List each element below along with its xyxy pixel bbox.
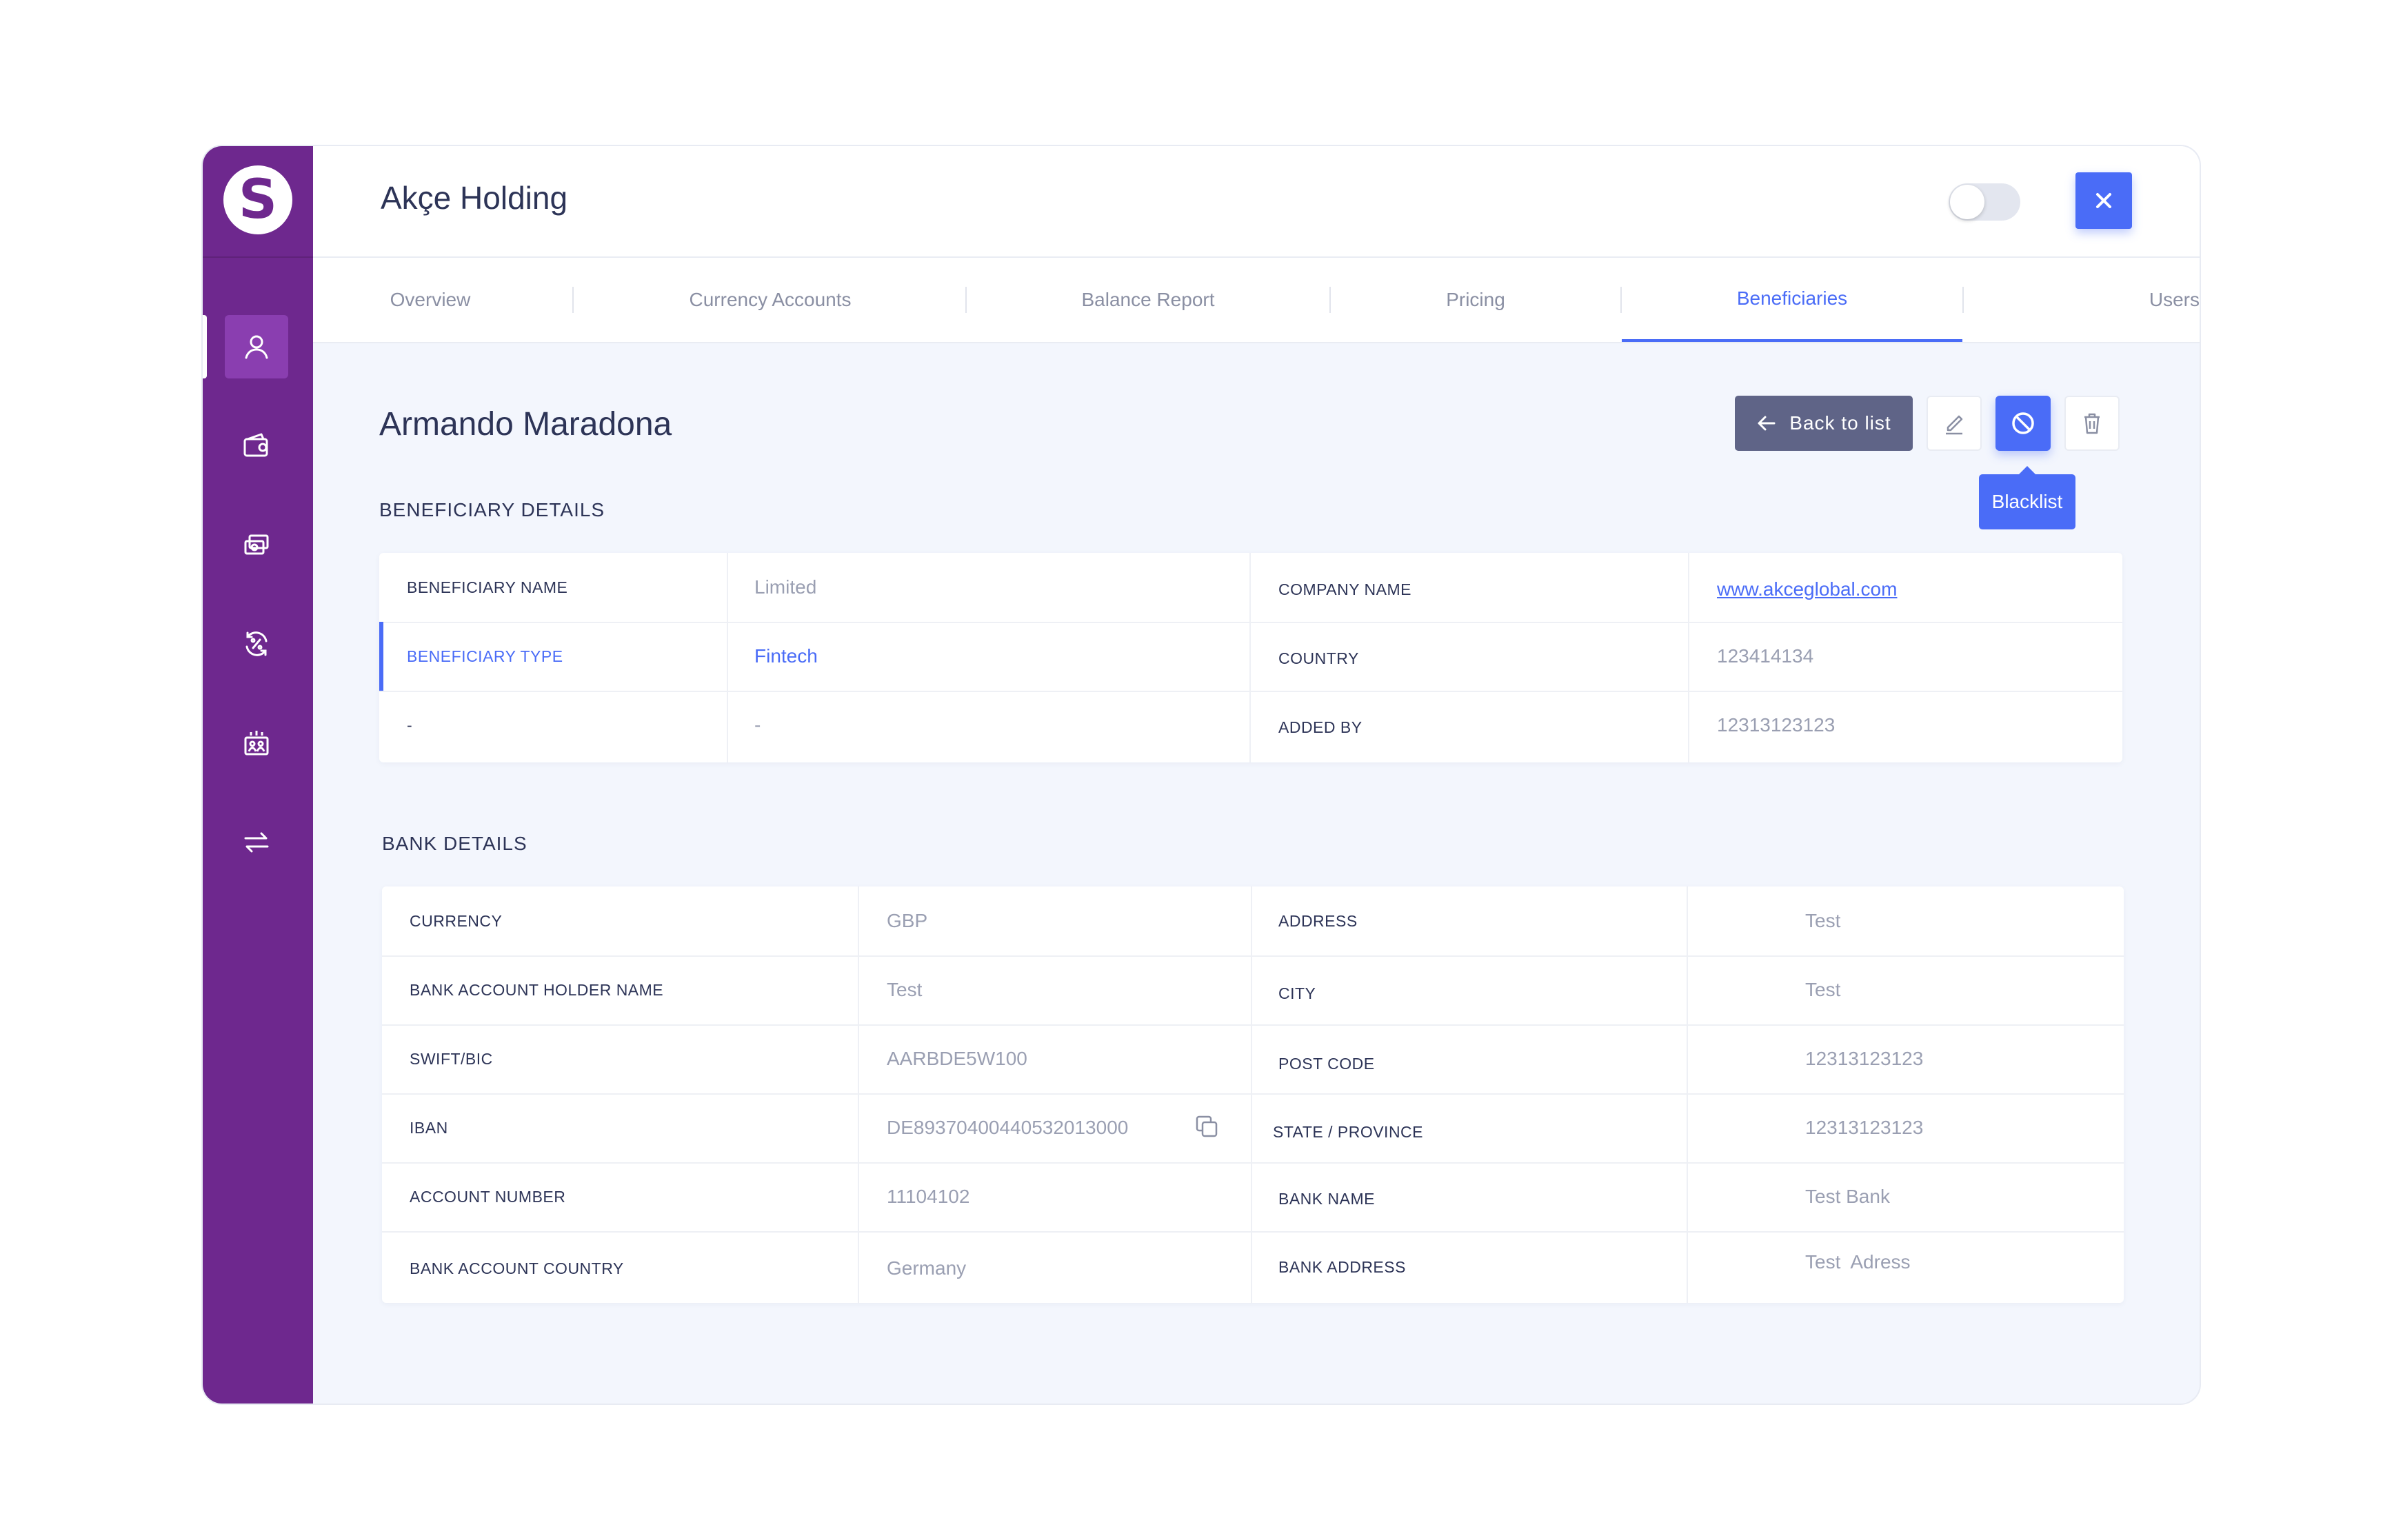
field-value: 123414134 [1717, 645, 1814, 667]
field-label: SWIFT/BIC [410, 1049, 493, 1068]
field-value: 12313123123 [1805, 1048, 1924, 1069]
field-label: IBAN [410, 1118, 448, 1137]
active-nav-indicator [203, 315, 207, 378]
field-label: ADDRESS [1278, 911, 1358, 930]
field-label: BANK NAME [1278, 1189, 1375, 1208]
field-value: Test Adress [1805, 1251, 1911, 1273]
company-website-link[interactable]: www.akceglobal.com [1717, 553, 1897, 622]
ban-icon [2012, 412, 2034, 434]
field-label: BANK ADDRESS [1278, 1257, 1406, 1276]
field-label: BANK ACCOUNT COUNTRY [410, 1259, 624, 1277]
sidebar-item-team[interactable] [225, 711, 288, 775]
field-label: POST CODE [1278, 1054, 1375, 1073]
tab-beneficiaries[interactable]: Beneficiaries [1622, 258, 1962, 342]
table-row: CURRENCY GBP ADDRESS Test [382, 886, 2124, 957]
field-value: Test [1805, 910, 1841, 931]
close-icon [2096, 193, 2111, 208]
field-value: GBP [887, 910, 928, 931]
back-to-list-label: Back to list [1789, 412, 1891, 434]
table-row: BENEFICIARY NAME Limited COMPANY NAME ww… [379, 553, 2122, 623]
pencil-icon [1946, 415, 1963, 435]
sidebar-divider [203, 256, 313, 258]
tab-bar: Overview Currency Accounts Balance Repor… [313, 258, 2200, 343]
bank-details-card: CURRENCY GBP ADDRESS Test BANK ACCOUNT H… [382, 886, 2124, 1303]
sidebar-item-transfers[interactable] [225, 811, 288, 874]
field-value: AARBDE5W100 [887, 1048, 1027, 1069]
company-title: Akçe Holding [381, 180, 568, 216]
field-label: ACCOUNT NUMBER [410, 1187, 566, 1206]
field-value: - [754, 714, 761, 736]
field-label: BENEFICIARY TYPE [407, 647, 563, 665]
tab-users[interactable]: Users [1964, 258, 2200, 342]
copy-icon[interactable] [1193, 1113, 1220, 1140]
trash-icon [2084, 413, 2100, 434]
sidebar: S [203, 146, 313, 1404]
field-label: CITY [1278, 984, 1316, 1002]
beneficiary-details-title: BENEFICIARY DETAILS [379, 499, 605, 520]
field-value: Test Bank [1805, 1186, 1890, 1207]
arrow-left-icon [1758, 416, 1776, 431]
beneficiary-details-card: BENEFICIARY NAME Limited COMPANY NAME ww… [379, 553, 2122, 762]
table-row: BANK ACCOUNT COUNTRY Germany BANK ADDRES… [382, 1231, 2124, 1300]
brand-logo[interactable]: S [223, 165, 292, 234]
header: Akçe Holding [313, 146, 2200, 258]
table-row: BANK ACCOUNT HOLDER NAME Test CITY Test [382, 955, 2124, 1026]
tab-currency-accounts[interactable]: Currency Accounts [575, 258, 965, 342]
field-label: STATE / PROVINCE [1273, 1122, 1424, 1141]
field-value: Test [887, 979, 923, 1000]
wallet-icon [243, 433, 268, 457]
sidebar-item-cards[interactable] [225, 513, 288, 576]
field-value: Germany [887, 1257, 967, 1279]
field-value: 12313123123 [1717, 714, 1836, 736]
tab-balance-report[interactable]: Balance Report [967, 258, 1329, 342]
logo-letter: S [238, 169, 278, 231]
edit-button[interactable] [1927, 396, 1982, 451]
app-window: S Akçe Holding Overview Currency Account… [201, 145, 2201, 1405]
sidebar-item-rates[interactable] [225, 612, 288, 676]
table-row: IBAN DE89370400440532013000 STATE / PROV… [382, 1093, 2124, 1164]
field-label: BENEFICIARY NAME [407, 578, 568, 596]
field-label: COUNTRY [1278, 649, 1359, 667]
table-row: SWIFT/BIC AARBDE5W100 POST CODE 12313123… [382, 1024, 2124, 1095]
transfer-icon [244, 832, 269, 853]
tab-separator [572, 287, 574, 313]
field-label: - [407, 716, 413, 734]
table-row[interactable]: BENEFICIARY TYPE Fintech COUNTRY 1234141… [379, 622, 2122, 692]
tab-pricing[interactable]: Pricing [1331, 258, 1620, 342]
field-label: COMPANY NAME [1278, 580, 1412, 598]
field-label: CURRENCY [410, 911, 503, 930]
sidebar-item-profile[interactable] [225, 315, 288, 378]
cards-icon [244, 534, 269, 555]
exchange-rate-icon [245, 631, 268, 656]
tab-overview[interactable]: Overview [354, 258, 506, 342]
field-value: 11104102 [887, 1186, 970, 1207]
selected-row-indicator [379, 622, 383, 691]
blacklist-tooltip: Blacklist [1979, 466, 2075, 529]
field-label: BANK ACCOUNT HOLDER NAME [410, 980, 664, 999]
blacklist-button[interactable] [1995, 396, 2051, 451]
toggle-knob [1950, 185, 1984, 219]
field-value: Fintech [754, 645, 818, 667]
iban-value: DE89370400440532013000 [887, 1117, 1129, 1138]
user-icon [245, 335, 268, 359]
field-value: Limited [754, 576, 817, 598]
field-label: ADDED BY [1278, 718, 1363, 736]
sidebar-item-wallet[interactable] [225, 414, 288, 477]
field-value: 12313123123 [1805, 1117, 1924, 1138]
table-row: ACCOUNT NUMBER 11104102 BANK NAME Test B… [382, 1162, 2124, 1233]
table-row: - - ADDED BY 12313123123 [379, 691, 2122, 760]
bank-details-title: BANK DETAILS [382, 833, 527, 854]
back-to-list-button[interactable]: Back to list [1735, 396, 1913, 451]
close-button[interactable] [2075, 172, 2132, 229]
field-value: Test [1805, 979, 1841, 1000]
beneficiary-name-heading: Armando Maradona [379, 406, 672, 443]
delete-button[interactable] [2064, 396, 2120, 451]
status-toggle[interactable] [1949, 183, 2020, 221]
team-icon [244, 731, 269, 756]
